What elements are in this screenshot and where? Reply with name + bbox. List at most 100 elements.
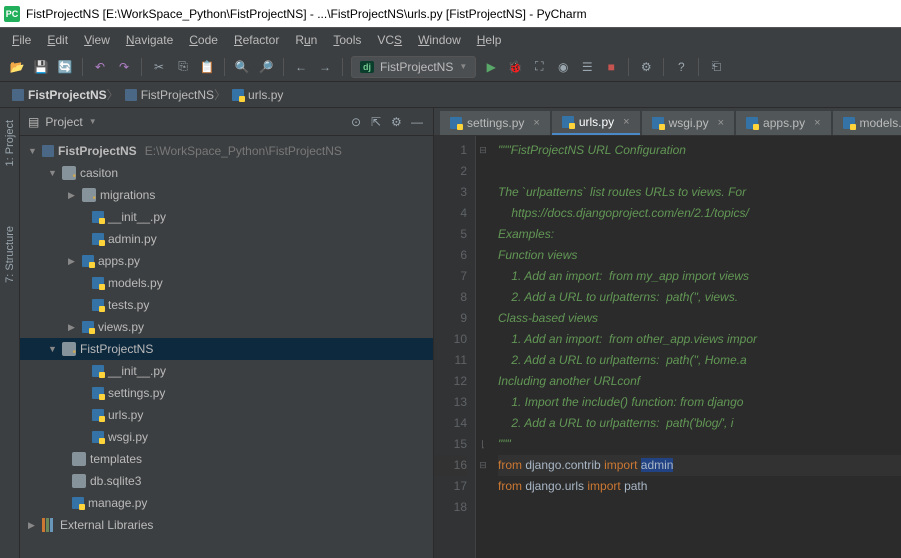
- menu-tools[interactable]: Tools: [327, 31, 367, 49]
- line-gutter: 123456789101112131415161718: [434, 136, 476, 558]
- python-file-icon: [92, 233, 104, 245]
- menu-view[interactable]: View: [78, 31, 116, 49]
- gear-icon[interactable]: ⚙: [391, 115, 405, 129]
- project-panel-header: ▤ Project ▼ ⊙ ⇱ ⚙ —: [20, 108, 433, 136]
- python-file-icon: [232, 89, 244, 101]
- python-file-icon: [92, 277, 104, 289]
- python-file-icon: [92, 365, 104, 377]
- tree-label: urls.py: [108, 408, 143, 422]
- tree-file-apps[interactable]: ▶apps.py: [20, 250, 433, 272]
- tree-folder-templates[interactable]: templates: [20, 448, 433, 470]
- run-config-label: FistProjectNS: [380, 60, 453, 74]
- close-icon[interactable]: ×: [623, 116, 629, 128]
- undo-icon[interactable]: ↶: [91, 58, 109, 76]
- profile-icon[interactable]: ◉: [554, 58, 572, 76]
- tree-file-init2[interactable]: __init__.py: [20, 360, 433, 382]
- tree-label: admin.py: [108, 232, 157, 246]
- python-file-icon: [92, 211, 104, 223]
- project-icon: [42, 145, 54, 157]
- tab-apps[interactable]: apps.py ×: [736, 111, 830, 135]
- tree-label: FistProjectNS: [80, 342, 153, 356]
- close-icon[interactable]: ×: [718, 117, 724, 129]
- close-icon[interactable]: ×: [533, 117, 539, 129]
- separator: [628, 58, 629, 76]
- left-tool-strip: 1: Project 7: Structure: [0, 108, 20, 558]
- copy-icon[interactable]: ⎘: [174, 58, 192, 76]
- tree-folder-migrations[interactable]: ▶migrations: [20, 184, 433, 206]
- debug-icon[interactable]: 🐞: [506, 58, 524, 76]
- menu-refactor[interactable]: Refactor: [228, 31, 285, 49]
- find-icon[interactable]: 🔍: [233, 58, 251, 76]
- python-file-icon: [450, 117, 462, 129]
- tree-folder-fistprojectns[interactable]: ▼FistProjectNS: [20, 338, 433, 360]
- menu-edit[interactable]: Edit: [41, 31, 74, 49]
- breadcrumb-folder[interactable]: FistProjectNS: [119, 86, 224, 104]
- tree-label: tests.py: [108, 298, 149, 312]
- tree-file-init[interactable]: __init__.py: [20, 206, 433, 228]
- toolbar: 📂 💾 🔄 ↶ ↷ ✂ ⎘ 📋 🔍 🔎 ← → dj FistProjectNS…: [0, 52, 901, 82]
- settings-icon[interactable]: ⚙: [637, 58, 655, 76]
- run-icon[interactable]: ▶: [482, 58, 500, 76]
- hide-icon[interactable]: —: [411, 115, 425, 129]
- stop-icon[interactable]: ■: [602, 58, 620, 76]
- tree-file-db[interactable]: db.sqlite3: [20, 470, 433, 492]
- fold-column[interactable]: ⊟⌊⊟: [476, 136, 490, 558]
- paste-icon[interactable]: 📋: [198, 58, 216, 76]
- cut-icon[interactable]: ✂: [150, 58, 168, 76]
- forward-icon[interactable]: →: [316, 58, 334, 76]
- tab-label: models.: [860, 116, 901, 130]
- tree-file-wsgi[interactable]: wsgi.py: [20, 426, 433, 448]
- menu-window[interactable]: Window: [412, 31, 467, 49]
- tree-folder-casiton[interactable]: ▼casiton: [20, 162, 433, 184]
- tree-root[interactable]: ▼FistProjectNSE:\WorkSpace_Python\FistPr…: [20, 140, 433, 162]
- menu-file[interactable]: File: [6, 31, 37, 49]
- menu-navigate[interactable]: Navigate: [120, 31, 179, 49]
- concurrency-icon[interactable]: ☰: [578, 58, 596, 76]
- pycharm-icon: PC: [4, 6, 20, 22]
- tool-tab-structure[interactable]: 7: Structure: [4, 222, 16, 287]
- save-all-icon[interactable]: 💾: [32, 58, 50, 76]
- sync-icon[interactable]: 🔄: [56, 58, 74, 76]
- manage-py-icon[interactable]: ⎗: [707, 58, 725, 76]
- tree-file-admin[interactable]: admin.py: [20, 228, 433, 250]
- chevron-down-icon[interactable]: ▼: [89, 117, 97, 126]
- tree-file-manage[interactable]: manage.py: [20, 492, 433, 514]
- tool-tab-project[interactable]: 1: Project: [4, 116, 16, 170]
- breadcrumb-root[interactable]: FistProjectNS: [6, 86, 117, 104]
- breadcrumb-file[interactable]: urls.py: [226, 86, 293, 104]
- tab-settings[interactable]: settings.py×: [440, 111, 550, 135]
- tree-file-models[interactable]: models.py: [20, 272, 433, 294]
- separator: [342, 58, 343, 76]
- menu-code[interactable]: Code: [183, 31, 224, 49]
- help-icon[interactable]: ?: [672, 58, 690, 76]
- menu-help[interactable]: Help: [471, 31, 508, 49]
- close-icon[interactable]: ×: [814, 117, 820, 129]
- redo-icon[interactable]: ↷: [115, 58, 133, 76]
- tree-file-urls[interactable]: urls.py: [20, 404, 433, 426]
- tab-label: apps.py: [763, 116, 805, 130]
- coverage-icon[interactable]: ⛶: [530, 58, 548, 76]
- tree-external-libraries[interactable]: ▶External Libraries: [20, 514, 433, 536]
- open-icon[interactable]: 📂: [8, 58, 26, 76]
- code-content[interactable]: """FistProjectNS URL ConfigurationThe `u…: [490, 136, 901, 558]
- folder-icon: [72, 452, 86, 466]
- menu-vcs[interactable]: VCS: [371, 31, 408, 49]
- project-tree[interactable]: ▼FistProjectNS E:\WorkSpace_Python\FistPr…: [20, 136, 433, 558]
- tab-models[interactable]: models.: [833, 111, 901, 135]
- code-editor[interactable]: 123456789101112131415161718 ⊟⌊⊟ """FistP…: [434, 136, 901, 558]
- run-config-selector[interactable]: dj FistProjectNS ▼: [351, 56, 476, 78]
- tree-file-views[interactable]: ▶views.py: [20, 316, 433, 338]
- back-icon[interactable]: ←: [292, 58, 310, 76]
- tree-label: __init__.py: [108, 210, 166, 224]
- python-file-icon: [92, 409, 104, 421]
- tree-file-tests[interactable]: tests.py: [20, 294, 433, 316]
- scroll-from-source-icon[interactable]: ⊙: [351, 115, 365, 129]
- tree-path: E:\WorkSpace_Python\FistProjectNS: [145, 144, 342, 158]
- replace-icon[interactable]: 🔎: [257, 58, 275, 76]
- tab-urls[interactable]: urls.py×: [552, 111, 640, 135]
- tree-file-settings[interactable]: settings.py: [20, 382, 433, 404]
- collapse-all-icon[interactable]: ⇱: [371, 115, 385, 129]
- menu-run[interactable]: Run: [289, 31, 323, 49]
- tree-label: apps.py: [98, 254, 140, 268]
- tab-wsgi[interactable]: wsgi.py×: [642, 111, 734, 135]
